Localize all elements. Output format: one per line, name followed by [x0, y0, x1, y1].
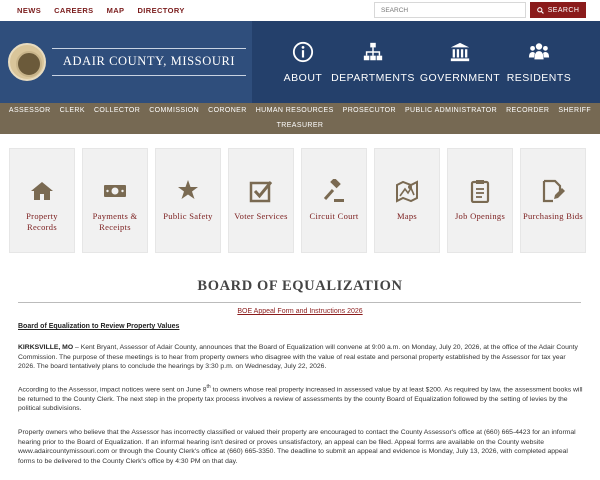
tile-label: Job Openings [454, 211, 506, 221]
tile-label: Maps [396, 211, 418, 221]
tile-job-openings[interactable]: Job Openings [447, 148, 513, 253]
capitol-icon [450, 42, 470, 62]
department-bar: ASSESSOR CLERK COLLECTOR COMMISSION CORO… [0, 103, 600, 134]
quick-links: Property Records Payments & Receipts Pub… [9, 148, 586, 253]
search-icon [536, 6, 544, 14]
nav-government[interactable]: GOVERNMENT [420, 21, 500, 103]
site-header: ADAIR COUNTY, MISSOURI ABOUT DEPARTMENTS… [0, 21, 600, 103]
dept-link-coroner[interactable]: CORONER [208, 107, 247, 114]
checkbox-icon [249, 181, 273, 203]
dept-link-assessor[interactable]: ASSESSOR [9, 107, 51, 114]
document-edit-icon [542, 179, 565, 203]
search-input[interactable] [374, 2, 526, 18]
paragraph-appeals: Property owners who believe that the Ass… [18, 429, 576, 465]
search-button-label: SEARCH [547, 6, 580, 14]
dept-link-collector[interactable]: COLLECTOR [94, 107, 140, 114]
tile-public-safety[interactable]: Public Safety [155, 148, 221, 253]
tile-voter-services[interactable]: Voter Services [228, 148, 294, 253]
money-icon [104, 185, 126, 197]
county-title: ADAIR COUNTY, MISSOURI [62, 54, 236, 68]
tile-label: Property Records [26, 211, 58, 232]
badge-star-icon [178, 180, 198, 199]
top-links: NEWS CAREERS MAP DIRECTORY [17, 6, 185, 15]
dept-link-commission[interactable]: COMMISSION [149, 107, 199, 114]
paragraph-announcement: KIRKSVILLE, MO – Kent Bryant, Assessor o… [18, 343, 583, 372]
tile-purchasing-bids[interactable]: Purchasing Bids [520, 148, 586, 253]
dept-link-clerk[interactable]: CLERK [60, 107, 85, 114]
dept-link-prosecutor[interactable]: PROSECUTOR [343, 107, 396, 114]
search-button[interactable]: SEARCH [530, 2, 586, 18]
nav-about-label: ABOUT [283, 72, 323, 84]
paragraph-text: According to the Assessor, impact notice… [18, 386, 207, 394]
top-utility-bar: NEWS CAREERS MAP DIRECTORY SEARCH [0, 0, 600, 21]
title-divider-top [52, 48, 246, 49]
paragraph-impact-notices: According to the Assessor, impact notice… [18, 383, 583, 414]
page-title: BOARD OF EQUALIZATION [197, 278, 403, 294]
house-icon [31, 182, 53, 200]
dept-link-treasurer[interactable]: TREASURER [277, 122, 324, 129]
map-icon [396, 180, 418, 203]
tile-maps[interactable]: Maps [374, 148, 440, 253]
dateline: KIRKSVILLE, MO [18, 344, 74, 351]
clipboard-icon [470, 180, 490, 203]
paragraph-text: – Kent Bryant, Assessor of Adair County,… [18, 344, 578, 371]
tile-payments-receipts[interactable]: Payments & Receipts [82, 148, 148, 253]
tile-label: Circuit Court [309, 211, 359, 221]
org-chart-icon [363, 42, 383, 61]
top-link-careers[interactable]: CAREERS [54, 6, 93, 15]
header-brand[interactable]: ADAIR COUNTY, MISSOURI [0, 21, 252, 103]
tile-label: Purchasing Bids [523, 211, 583, 221]
tile-property-records[interactable]: Property Records [9, 148, 75, 253]
nav-about[interactable]: ABOUT [282, 21, 324, 103]
dept-link-human-resources[interactable]: HUMAN RESOURCES [256, 107, 334, 114]
info-icon [292, 41, 314, 63]
boe-appeal-form-link[interactable]: BOE Appeal Form and Instructions 2026 [0, 308, 600, 315]
county-seal-icon [8, 43, 46, 81]
department-row: TREASURER [0, 122, 600, 129]
department-row: ASSESSOR CLERK COLLECTOR COMMISSION CORO… [0, 107, 600, 114]
nav-departments[interactable]: DEPARTMENTS [331, 21, 414, 103]
dept-link-recorder[interactable]: RECORDER [506, 107, 549, 114]
article-subhead: Board of Equalization to Review Property… [18, 323, 180, 330]
top-link-news[interactable]: NEWS [17, 6, 41, 15]
tile-label: Public Safety [163, 211, 213, 221]
top-link-directory[interactable]: DIRECTORY [137, 6, 184, 15]
tile-circuit-court[interactable]: Circuit Court [301, 148, 367, 253]
nav-residents-label: RESIDENTS [506, 72, 572, 84]
nav-government-label: GOVERNMENT [419, 72, 501, 84]
nav-departments-label: DEPARTMENTS [331, 72, 415, 84]
tile-label: Voter Services [234, 211, 288, 221]
gavel-icon [323, 179, 344, 202]
people-icon [528, 43, 550, 60]
top-link-map[interactable]: MAP [107, 6, 125, 15]
dept-link-public-administrator[interactable]: PUBLIC ADMINISTRATOR [405, 107, 497, 114]
dept-link-sheriff[interactable]: SHERIFF [558, 107, 591, 114]
title-divider [18, 302, 581, 303]
nav-residents[interactable]: RESIDENTS [507, 21, 571, 103]
title-divider-bottom [52, 75, 246, 76]
tile-label: Payments & Receipts [92, 211, 138, 232]
